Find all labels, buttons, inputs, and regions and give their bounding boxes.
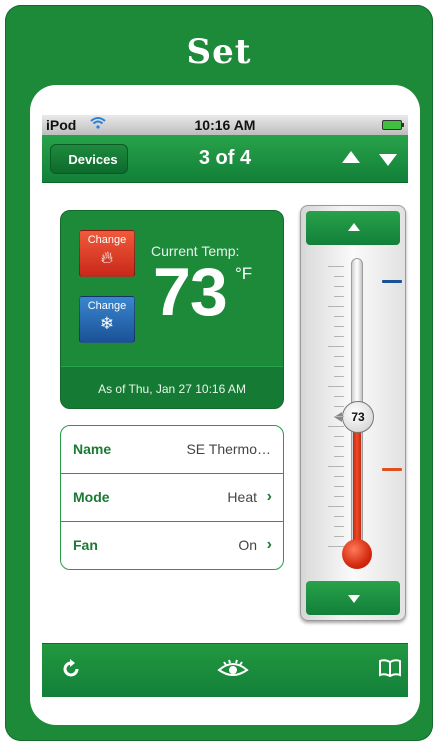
nav-bar: Devices 3 of 4 [42, 135, 408, 183]
fan-label: Fan [73, 537, 98, 553]
scale-tick [334, 276, 344, 277]
change-cool-label: Change [87, 300, 127, 312]
devices-back-button[interactable]: Devices [50, 144, 128, 174]
as-of-timestamp: As of Thu, Jan 27 10:16 AM [61, 366, 283, 408]
status-time: 10:16 AM [194, 117, 256, 133]
mode-row[interactable]: Mode Heat › [61, 474, 283, 522]
cool-setpoint-marker[interactable] [382, 280, 402, 283]
scale-tick [334, 406, 344, 407]
name-value: SE Thermo… [186, 441, 271, 457]
thermometer-scale: 73 [306, 246, 402, 582]
scale-tick [334, 376, 344, 377]
scale-tick [328, 506, 344, 507]
scale-tick [334, 526, 344, 527]
tab-bar [42, 643, 408, 697]
scale-tick [328, 266, 344, 267]
scale-tick [334, 286, 344, 287]
current-temp-panel: Change 🔥︎ Change ❄ Current Temp: 73 °F A… [60, 210, 284, 409]
scale-tick [328, 386, 344, 387]
next-device-arrow-icon[interactable] [379, 154, 397, 166]
fan-row[interactable]: Fan On › [61, 522, 283, 569]
scale-tick [328, 546, 344, 547]
fan-value: On [238, 537, 257, 553]
scale-tick [334, 366, 344, 367]
current-temp-value: 73 [153, 254, 228, 330]
scale-tick [334, 496, 344, 497]
book-icon[interactable] [378, 658, 402, 683]
scale-tick [334, 326, 344, 327]
flame-icon: 🔥︎ [100, 248, 114, 267]
settings-list: Name SE Thermo… Mode Heat › Fan On › [60, 425, 284, 570]
scale-tick [334, 396, 344, 397]
refresh-icon[interactable] [60, 658, 82, 685]
status-bar: iPod 10:16 AM [42, 115, 408, 135]
scale-tick [334, 476, 344, 477]
chevron-right-icon: › [266, 488, 272, 505]
scale-tick [328, 306, 344, 307]
scale-tick [334, 316, 344, 317]
mercury-column [353, 417, 361, 556]
scale-tick [334, 416, 344, 417]
scale-tick [334, 486, 344, 487]
scale-tick [334, 336, 344, 337]
temp-down-button[interactable] [306, 581, 400, 615]
scale-tick [334, 456, 344, 457]
change-heat-button[interactable]: Change 🔥︎ [79, 230, 135, 277]
scale-tick [328, 466, 344, 467]
mode-label: Mode [73, 489, 110, 505]
card-title: Set [186, 32, 252, 72]
temp-unit: °F [235, 264, 253, 283]
thermometer-bulb [342, 539, 372, 569]
set-card: Set iPod 10:16 AM Devices 3 of 4 Change [5, 5, 433, 741]
change-heat-label: Change [87, 234, 127, 246]
previous-device-arrow-icon[interactable] [342, 151, 360, 163]
thermometer-control: 73 [300, 205, 406, 621]
temp-up-button[interactable] [306, 211, 400, 245]
chevron-right-icon: › [266, 536, 272, 553]
scale-tick [334, 516, 344, 517]
eye-icon[interactable] [216, 658, 250, 686]
scale-tick [334, 446, 344, 447]
scale-tick [328, 346, 344, 347]
scale-tick [334, 296, 344, 297]
name-row[interactable]: Name SE Thermo… [61, 426, 283, 474]
scale-tick [334, 356, 344, 357]
battery-icon [382, 120, 404, 130]
heat-setpoint-marker[interactable] [382, 467, 402, 471]
snowflake-icon: ❄ [99, 314, 115, 333]
change-cool-button[interactable]: Change ❄ [79, 296, 135, 343]
scale-tick [334, 436, 344, 437]
mode-value: Heat [227, 489, 257, 505]
scale-tick [334, 536, 344, 537]
current-temp-knob[interactable]: 73 [334, 401, 374, 434]
phone-screen: iPod 10:16 AM Devices 3 of 4 Change 🔥︎ C… [30, 85, 420, 725]
scale-tick [328, 426, 344, 427]
name-label: Name [73, 441, 112, 457]
